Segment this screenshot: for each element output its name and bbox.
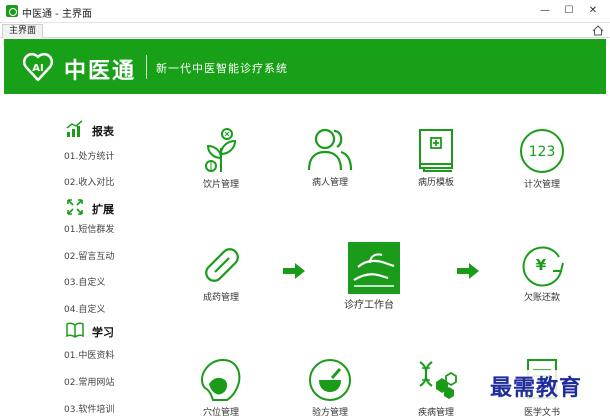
tile-label: 疾病管理: [417, 408, 454, 416]
arrow-right-icon: [283, 263, 305, 279]
sidebar-section-label: 学习: [92, 326, 114, 339]
sidebar-section-label: 扩展: [92, 203, 114, 216]
counter-icon: 123: [520, 129, 564, 173]
counter-icon-text: 123: [529, 144, 556, 160]
herb-plant-icon: [205, 128, 237, 172]
home-icon[interactable]: [592, 25, 604, 36]
tile-formula-management[interactable]: 验方管理: [290, 358, 370, 416]
bar-chart-icon: [66, 120, 83, 137]
header-divider: [146, 55, 147, 79]
sidebar-item-messages[interactable]: 02.留言互动: [64, 249, 114, 262]
head-acupoint-icon: [201, 358, 241, 401]
title-bar: 中医通 - 主界面 — ☐ ✕: [0, 0, 610, 23]
logo-text: 中医通: [64, 59, 137, 84]
sidebar-item-income-compare[interactable]: 02.收入对比: [64, 175, 114, 188]
watermark-text: 最需教育: [488, 370, 585, 402]
minimize-button[interactable]: —: [534, 2, 556, 20]
sidebar-item-custom-2[interactable]: 04.自定义: [64, 302, 105, 315]
logo-heart-icon: AI: [22, 52, 54, 82]
close-button[interactable]: ✕: [582, 2, 604, 20]
dna-molecule-icon: [419, 361, 457, 399]
tile-acupoint-management[interactable]: 穴位管理: [181, 358, 261, 416]
book-icon: [66, 322, 84, 338]
tile-label: 成药管理: [202, 293, 239, 303]
mortar-icon: [309, 359, 351, 401]
tile-disease-management[interactable]: 疾病管理: [396, 358, 476, 416]
tile-label: 计次管理: [523, 180, 560, 190]
header-slogan: 新一代中医智能诊疗系统: [156, 62, 288, 75]
sidebar-section-label: 报表: [92, 125, 114, 138]
expand-icon: [67, 199, 83, 215]
yen-refresh-icon: ¥: [522, 246, 564, 287]
tab-strip: 主界面: [0, 23, 610, 38]
workbench-button[interactable]: [348, 242, 400, 294]
app-icon: [6, 5, 18, 17]
sidebar-item-tcm-resources[interactable]: 01.中医资料: [64, 348, 114, 361]
tile-label: 病历模板: [417, 178, 454, 188]
tile-label: 病人管理: [311, 178, 348, 188]
tile-herb-management[interactable]: 饮片管理: [181, 128, 261, 190]
tile-label: 欠账还款: [523, 293, 560, 303]
maximize-button[interactable]: ☐: [558, 2, 580, 20]
sidebar-item-websites[interactable]: 02.常用网站: [64, 375, 114, 388]
pulse-diagnosis-icon: [353, 253, 395, 287]
tab-main[interactable]: 主界面: [2, 24, 44, 38]
sidebar: 报表 01.处方统计 02.收入对比 扩展 01.短信群发 02.留言互动 03…: [4, 94, 154, 416]
capsule-icon: [205, 248, 239, 282]
tile-count-management[interactable]: 123 计次管理: [502, 128, 582, 190]
tile-patient-management[interactable]: 病人管理: [290, 128, 370, 188]
tile-label: 穴位管理: [202, 408, 239, 416]
sidebar-item-prescription-stats[interactable]: 01.处方统计: [64, 149, 114, 162]
svg-text:AI: AI: [32, 63, 43, 74]
sidebar-item-custom-1[interactable]: 03.自定义: [64, 275, 105, 288]
window-title: 中医通 - 主界面: [22, 9, 92, 20]
yen-symbol: ¥: [536, 256, 547, 274]
medical-book-icon: [419, 129, 453, 172]
patients-icon: [307, 128, 353, 171]
tile-label: 验方管理: [311, 408, 348, 416]
tile-record-template[interactable]: 病历模板: [396, 128, 476, 188]
tile-label: 饮片管理: [202, 180, 239, 190]
arrow-right-icon: [457, 263, 479, 279]
header-banner: AI 中医通 新一代中医智能诊疗系统: [4, 39, 606, 94]
tile-label: 医学文书: [523, 408, 560, 416]
workbench-label: 诊疗工作台: [344, 300, 394, 311]
tile-patent-medicine[interactable]: 成药管理: [181, 243, 261, 303]
sidebar-item-training[interactable]: 03.软件培训: [64, 402, 114, 415]
sidebar-item-sms[interactable]: 01.短信群发: [64, 222, 114, 235]
tile-debt-repayment[interactable]: ¥ 欠账还款: [502, 243, 582, 303]
